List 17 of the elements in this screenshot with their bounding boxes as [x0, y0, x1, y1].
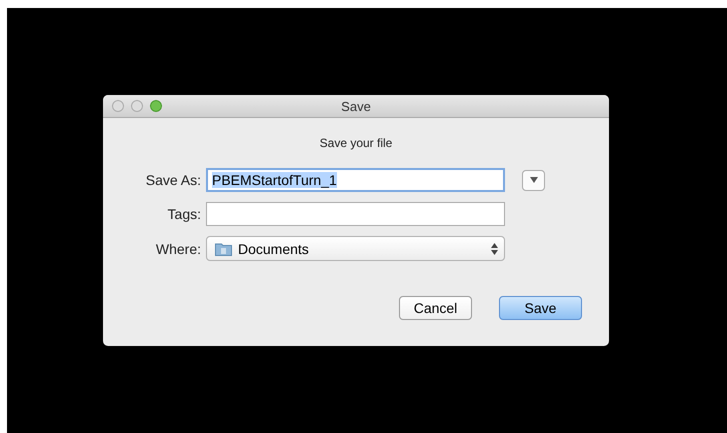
field-label: Tags: — [166, 206, 201, 222]
zoom-icon[interactable] — [150, 100, 162, 112]
filename-field[interactable]: PBEMStartofTurn_1 — [206, 168, 505, 192]
window-title: Save — [341, 98, 371, 114]
expand-button[interactable] — [522, 170, 545, 190]
folder-icon — [215, 242, 232, 256]
caret-icon — [530, 177, 538, 183]
field-label: Save As: — [144, 172, 201, 188]
save-button[interactable]: Save — [499, 296, 582, 320]
close-icon[interactable] — [112, 100, 124, 112]
stepper-arrows-icon — [491, 242, 498, 254]
field-label: Where: — [154, 240, 201, 256]
tags-field[interactable] — [206, 202, 505, 226]
dialog-message: Save your file — [320, 136, 392, 150]
cancel-button[interactable]: Cancel — [399, 296, 472, 320]
minimize-icon[interactable] — [131, 100, 143, 112]
location-popup[interactable]: Documents — [206, 236, 505, 261]
